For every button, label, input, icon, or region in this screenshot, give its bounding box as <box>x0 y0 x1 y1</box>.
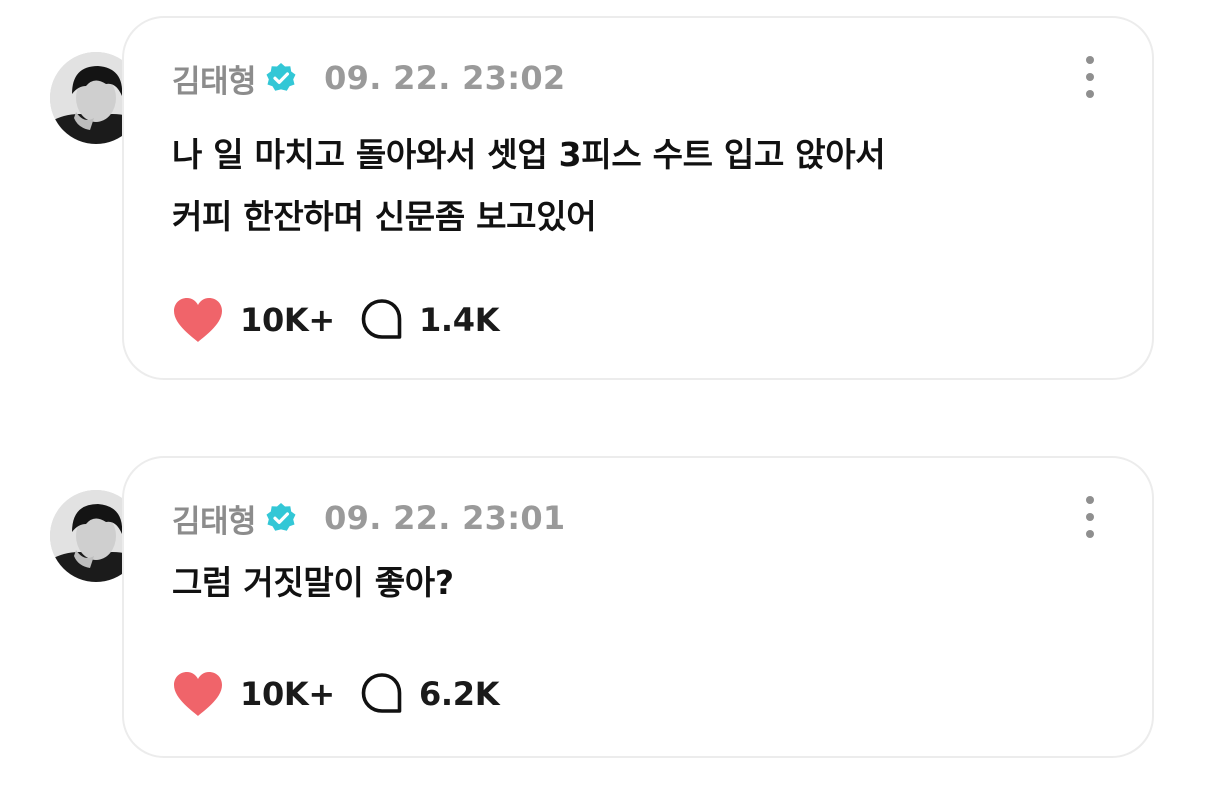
verified-badge-icon <box>266 63 296 91</box>
post-text-line: 나 일 마치고 돌아와서 셋업 3피스 수트 입고 앉아서 <box>172 135 886 174</box>
post: 김태형 09. 22. 23:02 나 일 마치고 돌아와서 셋업 3피스 수트… <box>0 0 1206 400</box>
like-count: 10K+ <box>240 675 335 713</box>
author-name[interactable]: 김태형 <box>172 56 257 101</box>
heart-icon <box>174 298 222 342</box>
post-actions: 10K+ 1.4K <box>170 294 500 346</box>
comment-bubble-icon <box>361 299 402 339</box>
more-dot-icon <box>1086 90 1094 98</box>
more-dot-icon <box>1086 496 1094 504</box>
like-count: 10K+ <box>240 301 335 339</box>
post-text-line: 커피 한잔하며 신문좀 보고있어 <box>172 197 597 236</box>
post-timestamp: 09. 22. 23:01 <box>324 499 566 537</box>
more-dot-icon <box>1086 56 1094 64</box>
post-actions: 10K+ 6.2K <box>170 668 500 720</box>
comment-bubble-icon <box>361 673 402 713</box>
more-dot-icon <box>1086 530 1094 538</box>
heart-icon <box>174 672 222 716</box>
post: 김태형 09. 22. 23:01 그럼 거짓말이 좋아? 10K+ 6.2K <box>0 440 1206 793</box>
comment-count: 6.2K <box>418 675 500 713</box>
verified-badge-icon <box>266 503 296 531</box>
more-options-button[interactable] <box>1080 496 1100 538</box>
like-button[interactable]: 10K+ <box>170 296 335 344</box>
like-button[interactable]: 10K+ <box>170 670 335 718</box>
post-text: 나 일 마치고 돌아와서 셋업 3피스 수트 입고 앉아서 커피 한잔하며 신문… <box>172 124 1102 248</box>
comment-button[interactable]: 1.4K <box>359 297 500 343</box>
more-dot-icon <box>1086 73 1094 81</box>
author-name[interactable]: 김태형 <box>172 496 257 541</box>
post-timestamp: 09. 22. 23:02 <box>324 59 566 97</box>
post-meta: 김태형 09. 22. 23:01 <box>172 496 566 541</box>
post-card[interactable]: 김태형 09. 22. 23:02 나 일 마치고 돌아와서 셋업 3피스 수트… <box>122 16 1154 380</box>
more-options-button[interactable] <box>1080 56 1100 98</box>
more-dot-icon <box>1086 513 1094 521</box>
post-card[interactable]: 김태형 09. 22. 23:01 그럼 거짓말이 좋아? 10K+ 6.2K <box>122 456 1154 758</box>
post-text: 그럼 거짓말이 좋아? <box>172 552 1102 614</box>
post-text-line: 그럼 거짓말이 좋아? <box>172 563 454 602</box>
comment-count: 1.4K <box>418 301 500 339</box>
comment-button[interactable]: 6.2K <box>359 671 500 717</box>
post-meta: 김태형 09. 22. 23:02 <box>172 56 566 101</box>
